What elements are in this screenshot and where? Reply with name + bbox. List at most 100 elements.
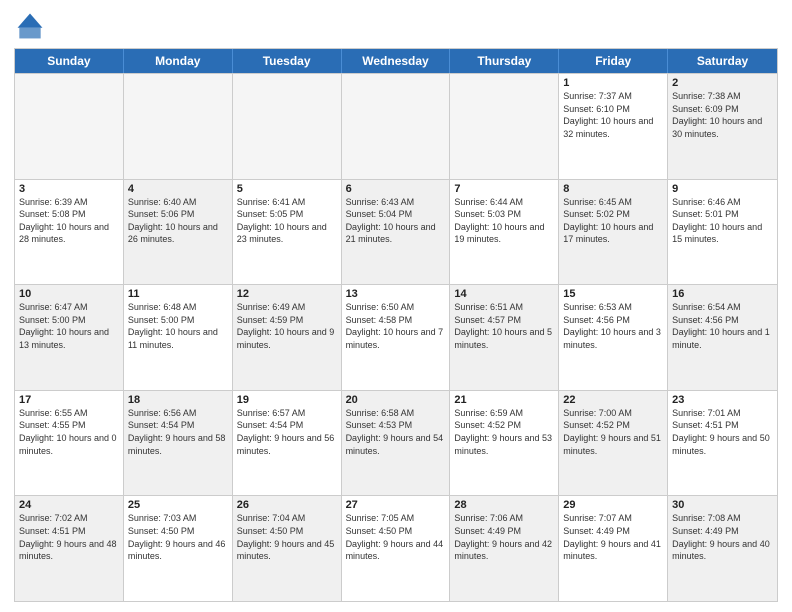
day-cell-19: 19Sunrise: 6:57 AM Sunset: 4:54 PM Dayli…	[233, 391, 342, 496]
weekday-header-friday: Friday	[559, 49, 668, 73]
day-cell-24: 24Sunrise: 7:02 AM Sunset: 4:51 PM Dayli…	[15, 496, 124, 601]
day-info: Sunrise: 7:04 AM Sunset: 4:50 PM Dayligh…	[237, 512, 337, 562]
day-info: Sunrise: 7:08 AM Sunset: 4:49 PM Dayligh…	[672, 512, 773, 562]
day-cell-21: 21Sunrise: 6:59 AM Sunset: 4:52 PM Dayli…	[450, 391, 559, 496]
day-cell-15: 15Sunrise: 6:53 AM Sunset: 4:56 PM Dayli…	[559, 285, 668, 390]
day-cell-9: 9Sunrise: 6:46 AM Sunset: 5:01 PM Daylig…	[668, 180, 777, 285]
calendar-row-3: 17Sunrise: 6:55 AM Sunset: 4:55 PM Dayli…	[15, 390, 777, 496]
day-cell-5: 5Sunrise: 6:41 AM Sunset: 5:05 PM Daylig…	[233, 180, 342, 285]
day-number: 3	[19, 183, 119, 195]
day-number: 13	[346, 288, 446, 300]
day-cell-1: 1Sunrise: 7:37 AM Sunset: 6:10 PM Daylig…	[559, 74, 668, 179]
day-number: 30	[672, 499, 773, 511]
day-cell-17: 17Sunrise: 6:55 AM Sunset: 4:55 PM Dayli…	[15, 391, 124, 496]
day-info: Sunrise: 6:57 AM Sunset: 4:54 PM Dayligh…	[237, 407, 337, 457]
day-number: 21	[454, 394, 554, 406]
empty-cell-0-3	[342, 74, 451, 179]
day-cell-8: 8Sunrise: 6:45 AM Sunset: 5:02 PM Daylig…	[559, 180, 668, 285]
day-number: 9	[672, 183, 773, 195]
calendar: SundayMondayTuesdayWednesdayThursdayFrid…	[14, 48, 778, 602]
header	[14, 10, 778, 42]
day-number: 4	[128, 183, 228, 195]
day-number: 12	[237, 288, 337, 300]
day-cell-28: 28Sunrise: 7:06 AM Sunset: 4:49 PM Dayli…	[450, 496, 559, 601]
day-cell-18: 18Sunrise: 6:56 AM Sunset: 4:54 PM Dayli…	[124, 391, 233, 496]
day-number: 25	[128, 499, 228, 511]
day-cell-2: 2Sunrise: 7:38 AM Sunset: 6:09 PM Daylig…	[668, 74, 777, 179]
day-cell-11: 11Sunrise: 6:48 AM Sunset: 5:00 PM Dayli…	[124, 285, 233, 390]
day-info: Sunrise: 6:41 AM Sunset: 5:05 PM Dayligh…	[237, 196, 337, 246]
day-cell-3: 3Sunrise: 6:39 AM Sunset: 5:08 PM Daylig…	[15, 180, 124, 285]
day-number: 10	[19, 288, 119, 300]
day-info: Sunrise: 7:02 AM Sunset: 4:51 PM Dayligh…	[19, 512, 119, 562]
day-number: 18	[128, 394, 228, 406]
weekday-header-tuesday: Tuesday	[233, 49, 342, 73]
day-info: Sunrise: 6:46 AM Sunset: 5:01 PM Dayligh…	[672, 196, 773, 246]
day-number: 23	[672, 394, 773, 406]
day-info: Sunrise: 6:50 AM Sunset: 4:58 PM Dayligh…	[346, 301, 446, 351]
day-cell-25: 25Sunrise: 7:03 AM Sunset: 4:50 PM Dayli…	[124, 496, 233, 601]
day-info: Sunrise: 6:48 AM Sunset: 5:00 PM Dayligh…	[128, 301, 228, 351]
day-number: 22	[563, 394, 663, 406]
day-cell-6: 6Sunrise: 6:43 AM Sunset: 5:04 PM Daylig…	[342, 180, 451, 285]
day-number: 17	[19, 394, 119, 406]
calendar-header: SundayMondayTuesdayWednesdayThursdayFrid…	[15, 49, 777, 73]
day-number: 20	[346, 394, 446, 406]
calendar-row-1: 3Sunrise: 6:39 AM Sunset: 5:08 PM Daylig…	[15, 179, 777, 285]
day-info: Sunrise: 7:05 AM Sunset: 4:50 PM Dayligh…	[346, 512, 446, 562]
day-number: 11	[128, 288, 228, 300]
empty-cell-0-1	[124, 74, 233, 179]
calendar-row-2: 10Sunrise: 6:47 AM Sunset: 5:00 PM Dayli…	[15, 284, 777, 390]
calendar-body: 1Sunrise: 7:37 AM Sunset: 6:10 PM Daylig…	[15, 73, 777, 601]
day-info: Sunrise: 6:43 AM Sunset: 5:04 PM Dayligh…	[346, 196, 446, 246]
day-number: 26	[237, 499, 337, 511]
day-info: Sunrise: 7:37 AM Sunset: 6:10 PM Dayligh…	[563, 90, 663, 140]
weekday-header-sunday: Sunday	[15, 49, 124, 73]
day-cell-12: 12Sunrise: 6:49 AM Sunset: 4:59 PM Dayli…	[233, 285, 342, 390]
empty-cell-0-4	[450, 74, 559, 179]
weekday-header-saturday: Saturday	[668, 49, 777, 73]
day-number: 7	[454, 183, 554, 195]
day-info: Sunrise: 6:56 AM Sunset: 4:54 PM Dayligh…	[128, 407, 228, 457]
day-number: 1	[563, 77, 663, 89]
day-number: 15	[563, 288, 663, 300]
day-number: 14	[454, 288, 554, 300]
day-cell-13: 13Sunrise: 6:50 AM Sunset: 4:58 PM Dayli…	[342, 285, 451, 390]
day-info: Sunrise: 6:39 AM Sunset: 5:08 PM Dayligh…	[19, 196, 119, 246]
day-cell-26: 26Sunrise: 7:04 AM Sunset: 4:50 PM Dayli…	[233, 496, 342, 601]
day-number: 29	[563, 499, 663, 511]
day-number: 16	[672, 288, 773, 300]
day-cell-29: 29Sunrise: 7:07 AM Sunset: 4:49 PM Dayli…	[559, 496, 668, 601]
day-number: 19	[237, 394, 337, 406]
day-info: Sunrise: 6:40 AM Sunset: 5:06 PM Dayligh…	[128, 196, 228, 246]
page: SundayMondayTuesdayWednesdayThursdayFrid…	[0, 0, 792, 612]
day-cell-4: 4Sunrise: 6:40 AM Sunset: 5:06 PM Daylig…	[124, 180, 233, 285]
day-cell-10: 10Sunrise: 6:47 AM Sunset: 5:00 PM Dayli…	[15, 285, 124, 390]
day-number: 28	[454, 499, 554, 511]
day-number: 8	[563, 183, 663, 195]
day-info: Sunrise: 6:51 AM Sunset: 4:57 PM Dayligh…	[454, 301, 554, 351]
day-number: 27	[346, 499, 446, 511]
day-info: Sunrise: 6:47 AM Sunset: 5:00 PM Dayligh…	[19, 301, 119, 351]
day-cell-27: 27Sunrise: 7:05 AM Sunset: 4:50 PM Dayli…	[342, 496, 451, 601]
day-cell-22: 22Sunrise: 7:00 AM Sunset: 4:52 PM Dayli…	[559, 391, 668, 496]
day-info: Sunrise: 6:44 AM Sunset: 5:03 PM Dayligh…	[454, 196, 554, 246]
day-info: Sunrise: 6:59 AM Sunset: 4:52 PM Dayligh…	[454, 407, 554, 457]
logo-icon	[14, 10, 46, 42]
empty-cell-0-0	[15, 74, 124, 179]
day-cell-7: 7Sunrise: 6:44 AM Sunset: 5:03 PM Daylig…	[450, 180, 559, 285]
empty-cell-0-2	[233, 74, 342, 179]
day-cell-20: 20Sunrise: 6:58 AM Sunset: 4:53 PM Dayli…	[342, 391, 451, 496]
day-info: Sunrise: 7:01 AM Sunset: 4:51 PM Dayligh…	[672, 407, 773, 457]
day-info: Sunrise: 7:07 AM Sunset: 4:49 PM Dayligh…	[563, 512, 663, 562]
day-number: 2	[672, 77, 773, 89]
weekday-header-thursday: Thursday	[450, 49, 559, 73]
day-number: 6	[346, 183, 446, 195]
day-cell-14: 14Sunrise: 6:51 AM Sunset: 4:57 PM Dayli…	[450, 285, 559, 390]
day-info: Sunrise: 6:45 AM Sunset: 5:02 PM Dayligh…	[563, 196, 663, 246]
day-info: Sunrise: 6:54 AM Sunset: 4:56 PM Dayligh…	[672, 301, 773, 351]
day-number: 24	[19, 499, 119, 511]
calendar-row-0: 1Sunrise: 7:37 AM Sunset: 6:10 PM Daylig…	[15, 73, 777, 179]
day-cell-16: 16Sunrise: 6:54 AM Sunset: 4:56 PM Dayli…	[668, 285, 777, 390]
day-info: Sunrise: 7:03 AM Sunset: 4:50 PM Dayligh…	[128, 512, 228, 562]
